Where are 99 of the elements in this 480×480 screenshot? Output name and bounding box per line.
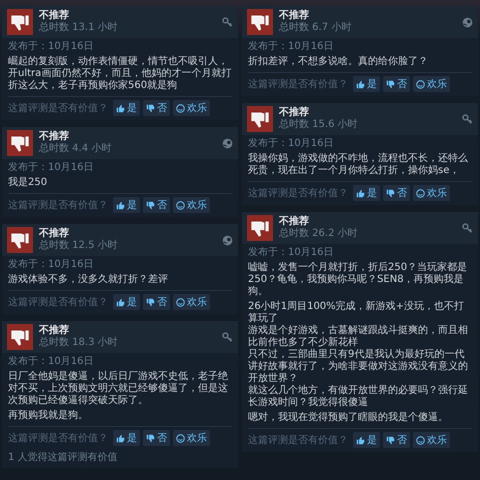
helpful-question: 这篇评测是否有价值？ — [248, 78, 348, 91]
thumbs-up-icon — [116, 104, 125, 112]
playtime-text: 总时数 4.4 小时 — [39, 143, 112, 155]
review-text: 只不过，三部曲里只有9代是我认为最好玩的一代 — [248, 349, 466, 360]
review-text: 就这么几个地方，有做开放世界的必要吗？强行延长游戏时间？我觉得很傻逼 — [248, 385, 469, 409]
vote-button[interactable]: 是 — [353, 432, 380, 448]
helpful-question: 这篇评测是否有价值？ — [248, 434, 348, 447]
vote-button[interactable]: 是 — [353, 76, 380, 92]
vote-button[interactable]: 欢乐 — [413, 76, 450, 92]
smiley-icon — [416, 80, 425, 88]
thumbs-down-icon — [247, 9, 273, 35]
playtime-text: 总时数 15.6 小时 — [279, 119, 359, 131]
review-text: 我是250 — [8, 177, 48, 189]
verdict-label: 不推荐 — [39, 10, 70, 22]
key-icon — [462, 222, 473, 234]
thumbs-up-icon — [116, 298, 125, 306]
vote-button[interactable]: 欢乐 — [413, 185, 450, 201]
thumbs-down-icon — [386, 80, 395, 88]
posted-date: 发布于：10月16日 — [248, 41, 334, 53]
vote-button[interactable]: 是 — [113, 430, 140, 446]
review-text: 嗯对，我现在觉得预购了瞎眼的我是个傻逼。 — [248, 412, 449, 424]
thumbs-down-icon — [146, 104, 155, 112]
posted-date: 发布于：10月16日 — [8, 41, 94, 53]
posted-date: 发布于：10月16日 — [248, 247, 334, 259]
thumbs-down-icon — [7, 130, 33, 156]
playtime-text: 总时数 18.3 小时 — [39, 337, 119, 349]
thumbs-down-icon — [247, 106, 273, 132]
thumbs-up-icon — [116, 200, 125, 210]
thumbs-down-icon — [7, 227, 33, 253]
key-icon — [222, 332, 233, 342]
review-text: 我操你妈，游戏做的不咋地，流程也不长，还特么死贵，现在出了一个月你特么打折，操你妈se， — [248, 153, 469, 177]
review-text: 日厂全他妈是傻逼，以后日厂游戏不史低，老子绝对不买，上次预购文明六就已经够傻逼了，但是这次预购已经傻逼得突破天际了。 — [8, 371, 229, 407]
smiley-icon — [416, 436, 425, 444]
vote-button[interactable]: 欢乐 — [173, 100, 210, 116]
key-icon — [222, 16, 233, 28]
vote-button[interactable]: 否 — [383, 76, 410, 92]
thumbs-down-icon — [386, 436, 395, 444]
vote-button[interactable]: 是 — [113, 294, 140, 310]
vote-button[interactable]: 否 — [143, 294, 170, 310]
helpful-question: 这篇评测是否有价值？ — [8, 432, 108, 445]
review-text: 再预购我就是狗。 — [8, 410, 89, 422]
round-logo-icon — [222, 234, 233, 246]
thumbs-up-icon — [116, 434, 125, 442]
thumbs-down-icon — [146, 200, 155, 210]
vote-button[interactable]: 否 — [143, 100, 170, 116]
smiley-icon — [416, 188, 425, 198]
playtime-text: 总时数 6.7 小时 — [279, 22, 352, 34]
review-text: 嘘嘘，发售一个月就打折，折后250？当玩家都是250？龟龟，我预购你马呢？SEN8，再预购我是狗。 — [248, 262, 468, 298]
helpful-question: 这篇评测是否有价值？ — [8, 296, 108, 309]
thumbs-up-icon — [356, 80, 365, 88]
vote-button[interactable]: 欢乐 — [173, 430, 210, 446]
review-text: 折扣差评，不想多说啥。真的给你脸了？ — [248, 56, 429, 68]
playtime-text: 总时数 13.1 小时 — [39, 22, 119, 34]
vote-button[interactable]: 是 — [113, 100, 140, 116]
verdict-label: 不推荐 — [279, 107, 310, 118]
vote-button[interactable]: 否 — [383, 185, 410, 201]
vote-button[interactable]: 否 — [143, 430, 170, 446]
round-logo-icon — [222, 138, 233, 148]
review-text: 游戏体验不多，没多久就打折？差评 — [8, 274, 169, 286]
thumbs-down-icon — [7, 324, 33, 350]
thumbs-down-icon — [247, 215, 273, 241]
review-text: 游戏是个好游戏，古墓解谜跟战斗挺爽的，而且相比前作也多了不少新花样 — [248, 325, 469, 348]
review-text: 讲好故事就行了，为啥非要做对这游戏没有意义的开放世界？ — [248, 361, 469, 384]
posted-date: 发布于：10月16日 — [248, 138, 334, 150]
posted-date: 发布于：10月16日 — [8, 356, 94, 368]
thumbs-down-icon — [386, 188, 395, 198]
round-logo-icon — [462, 16, 473, 28]
verdict-label: 不推荐 — [279, 216, 310, 228]
vote-button[interactable]: 欢乐 — [413, 432, 450, 448]
thumbs-down-icon — [146, 298, 155, 306]
verdict-label: 不推荐 — [39, 228, 70, 240]
vote-button[interactable]: 否 — [383, 432, 410, 448]
review-text: 26小时1周目100%完成，新游戏+没玩，也不打算玩了 — [248, 301, 466, 324]
playtime-text: 总时数 12.5 小时 — [39, 240, 119, 252]
review-text: 崛起的复刻版，动作表情僵硬，情节也不吸引人，开ultra画面仍然不好，而且，他妈的才一个月就打折这么大，老子再预购你家560就是狗 — [8, 56, 232, 92]
smiley-icon — [176, 104, 185, 112]
thumbs-up-icon — [356, 436, 365, 444]
helpful-question: 这篇评测是否有价值？ — [8, 198, 108, 212]
posted-date: 发布于：10月16日 — [8, 259, 94, 271]
verdict-label: 不推荐 — [39, 131, 70, 142]
vote-button[interactable]: 欢乐 — [173, 197, 210, 213]
helpful-question: 这篇评测是否有价值？ — [8, 102, 108, 115]
vote-button[interactable]: 否 — [143, 197, 170, 213]
vote-button[interactable]: 是 — [353, 185, 380, 201]
smiley-icon — [176, 200, 185, 210]
smiley-icon — [176, 298, 185, 306]
helpful-count: 1 人觉得这篇评测有价值 — [8, 450, 119, 464]
verdict-label: 不推荐 — [39, 325, 70, 336]
key-icon — [462, 114, 473, 124]
smiley-icon — [176, 434, 185, 442]
vote-button[interactable]: 欢乐 — [173, 294, 210, 310]
thumbs-up-icon — [356, 188, 365, 198]
vote-button[interactable]: 是 — [113, 197, 140, 213]
verdict-label: 不推荐 — [279, 10, 310, 22]
helpful-question: 这篇评测是否有价值？ — [248, 186, 348, 200]
playtime-text: 总时数 26.2 小时 — [279, 228, 359, 240]
thumbs-down-icon — [7, 9, 33, 35]
thumbs-down-icon — [146, 434, 155, 442]
posted-date: 发布于：10月16日 — [8, 162, 94, 174]
